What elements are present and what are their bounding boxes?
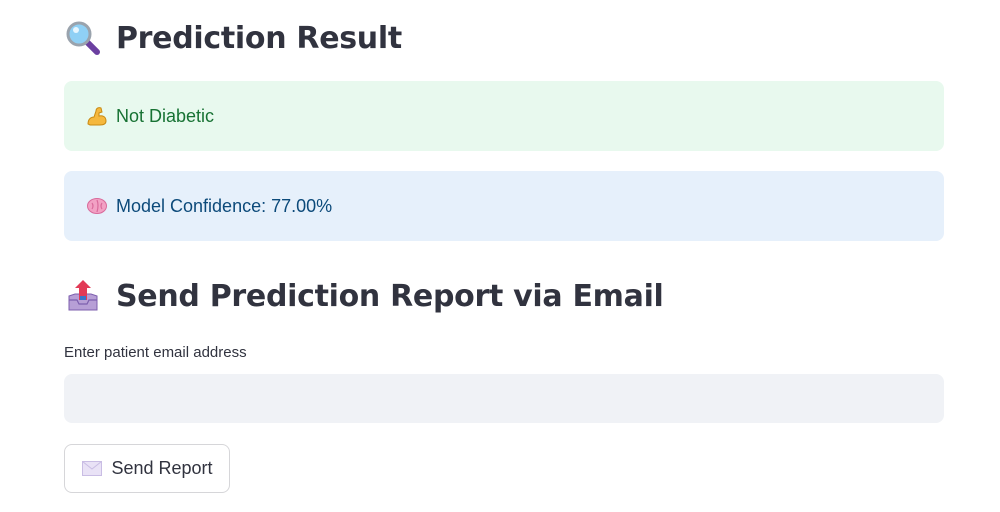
section-title: Prediction Result xyxy=(116,20,402,56)
magnifying-glass-icon xyxy=(64,19,102,57)
brain-icon xyxy=(86,195,108,217)
send-report-button[interactable]: Send Report xyxy=(64,444,230,493)
flexed-biceps-icon xyxy=(86,105,108,127)
prediction-result-heading: Prediction Result xyxy=(64,19,402,57)
envelope-icon xyxy=(81,461,103,477)
prediction-text: Not Diabetic xyxy=(116,105,215,126)
prediction-alert: Not Diabetic xyxy=(64,81,944,151)
email-field-label: Enter patient email address xyxy=(64,344,247,361)
confidence-text: Model Confidence: 77.00% xyxy=(116,195,333,216)
send-report-heading: Send Prediction Report via Email xyxy=(64,277,664,315)
email-field[interactable] xyxy=(64,374,944,423)
send-report-label: Send Report xyxy=(111,458,213,478)
outbox-tray-icon xyxy=(64,277,102,315)
section-title: Send Prediction Report via Email xyxy=(116,278,664,314)
confidence-alert: Model Confidence: 77.00% xyxy=(64,171,944,241)
